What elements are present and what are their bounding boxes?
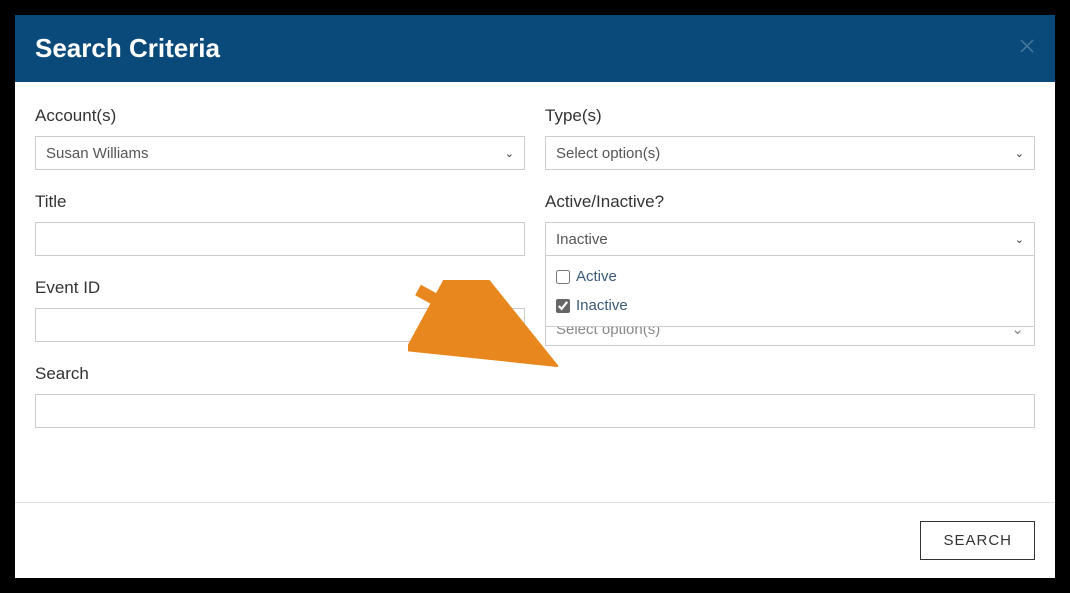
active-inactive-label: Active/Inactive? [545,192,1035,212]
option-inactive[interactable]: Inactive [556,291,1024,320]
event-id-label: Event ID [35,278,525,298]
modal-header: Search Criteria [15,15,1055,82]
chevron-down-icon: ⌄ [1015,233,1024,246]
accounts-value: Susan Williams [46,145,149,162]
types-select[interactable]: Select option(s) ⌄ [545,136,1035,170]
inactive-checkbox[interactable] [556,299,570,313]
types-label: Type(s) [545,106,1035,126]
title-input[interactable] [35,222,525,256]
modal-body: Account(s) Susan Williams ⌄ Type(s) Sele… [15,82,1055,502]
active-checkbox[interactable] [556,270,570,284]
active-inactive-select[interactable]: Inactive ⌄ [545,222,1035,256]
accounts-select[interactable]: Susan Williams ⌄ [35,136,525,170]
search-label: Search [35,364,1035,384]
chevron-down-icon: ⌄ [1015,147,1024,160]
active-inactive-dropdown: Active Inactive [545,256,1035,327]
search-input[interactable] [35,394,1035,428]
modal-title: Search Criteria [35,33,220,64]
close-icon[interactable] [1019,37,1035,60]
option-active[interactable]: Active [556,262,1024,291]
event-id-input[interactable] [35,308,525,342]
types-placeholder: Select option(s) [556,145,660,162]
search-criteria-modal: Search Criteria Account(s) Susan William… [15,15,1055,578]
title-label: Title [35,192,525,212]
search-button[interactable]: SEARCH [920,521,1035,560]
active-inactive-value: Inactive [556,231,608,248]
chevron-down-icon: ⌄ [505,147,514,160]
modal-footer: SEARCH [15,502,1055,578]
accounts-label: Account(s) [35,106,525,126]
